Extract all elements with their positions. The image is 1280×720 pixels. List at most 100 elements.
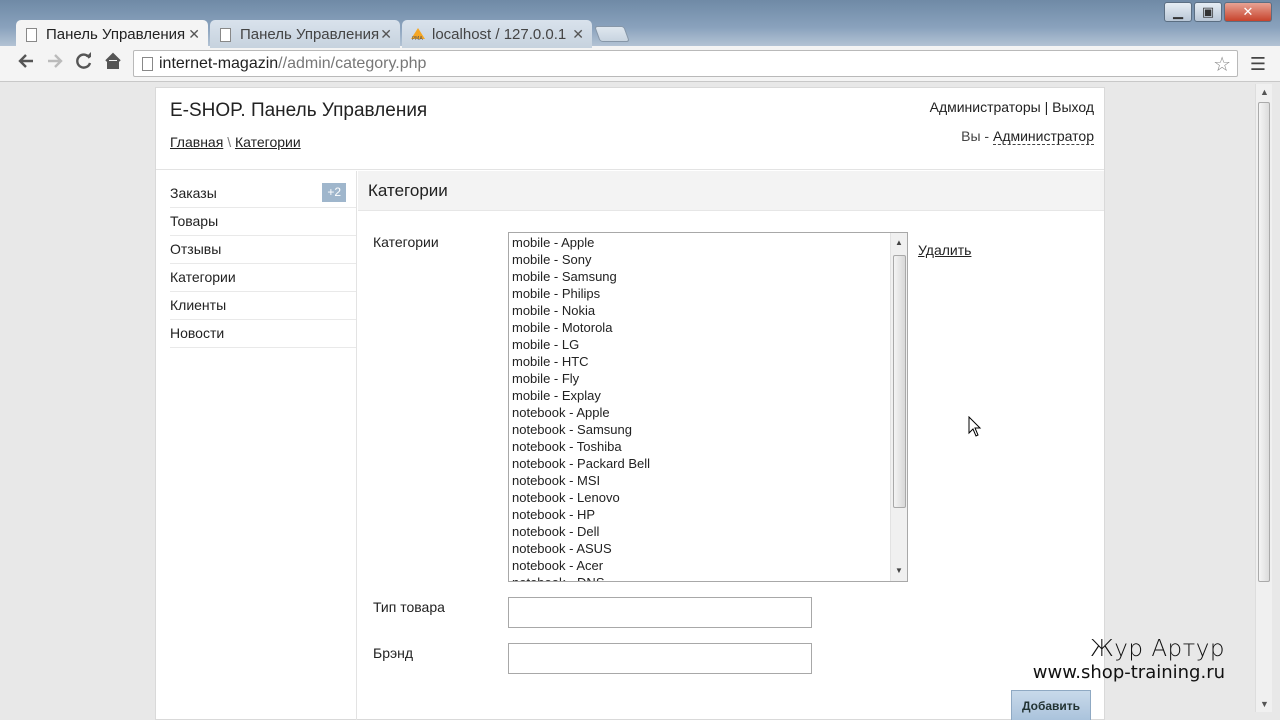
- close-tab-icon[interactable]: ✕: [572, 26, 584, 43]
- tab-3[interactable]: PMA localhost / 127.0.0.1 ✕: [402, 20, 592, 48]
- tab-title: localhost / 127.0.0.1: [432, 26, 567, 43]
- minimize-icon[interactable]: ▁: [1164, 2, 1192, 22]
- category-option[interactable]: notebook - Dell: [512, 523, 650, 540]
- page-icon: [142, 57, 153, 71]
- address-bar[interactable]: internet-magazin//admin/category.php ☆: [133, 50, 1238, 77]
- author-name: Жур Артур: [1089, 636, 1225, 662]
- star-icon[interactable]: ☆: [1213, 52, 1231, 77]
- sidebar-item-label: Отзывы: [170, 241, 222, 257]
- sidebar-item-label: Категории: [170, 269, 236, 285]
- category-option[interactable]: notebook - Samsung: [512, 421, 650, 438]
- back-arrow-icon[interactable]: [14, 52, 38, 76]
- sidebar-item-label: Новости: [170, 325, 225, 341]
- listbox-scrollbar[interactable]: ▲ ▼: [890, 233, 907, 581]
- author-watermark: Жур Артур www.shop-training.ru: [1033, 636, 1225, 683]
- section-title: Категории: [358, 171, 1104, 211]
- category-option[interactable]: mobile - HTC: [512, 353, 650, 370]
- author-site: www.shop-training.ru: [1032, 662, 1225, 683]
- scroll-down-icon[interactable]: ▼: [1260, 699, 1269, 709]
- sidebar-item-label: Товары: [170, 213, 219, 229]
- category-option[interactable]: mobile - Sony: [512, 251, 650, 268]
- category-option[interactable]: notebook - Acer: [512, 557, 650, 574]
- current-user: Вы - Администратор: [961, 128, 1094, 145]
- page-title: E-SHOP. Панель Управления: [170, 100, 428, 121]
- page-scrollbar[interactable]: ▲ ▼: [1255, 84, 1272, 712]
- tab-title: Панель Управления: [46, 26, 186, 43]
- categories-listbox[interactable]: mobile - Apple mobile - Sony mobile - Sams…: [508, 232, 908, 582]
- top-links-separator: |: [1044, 99, 1049, 115]
- category-option[interactable]: mobile - Fly: [512, 370, 650, 387]
- delete-link[interactable]: Удалить: [918, 242, 971, 258]
- breadcrumb: Главная \ Категории: [170, 134, 301, 150]
- page-header: E-SHOP. Панель Управления Главная \ Кате…: [156, 88, 1104, 170]
- you-label: Вы -: [961, 128, 990, 144]
- sidebar-item-news[interactable]: Новости: [170, 320, 356, 348]
- orders-count-badge: +2: [322, 183, 346, 202]
- browser-toolbar: internet-magazin//admin/category.php ☆ ☰: [0, 46, 1280, 82]
- scrollbar-thumb[interactable]: [1258, 102, 1270, 582]
- categories-options: mobile - Apple mobile - Sony mobile - Sams…: [512, 234, 650, 581]
- breadcrumb-categories-link[interactable]: Категории: [235, 134, 301, 150]
- category-option[interactable]: mobile - Samsung: [512, 268, 650, 285]
- reload-icon[interactable]: [72, 52, 96, 76]
- category-option[interactable]: notebook - Packard Bell: [512, 455, 650, 472]
- tab-title: Панель Управления: [240, 26, 380, 43]
- window-controls: ▁ ▣ ✕: [1164, 2, 1272, 22]
- sidebar-item-products[interactable]: Товары: [170, 208, 356, 236]
- user-role-link[interactable]: Администратор: [992, 128, 1094, 145]
- tab-active[interactable]: Панель Управления ✕: [16, 20, 208, 48]
- sidebar: Заказы +2 Товары Отзывы Категории Клиент…: [156, 171, 357, 720]
- sidebar-item-categories[interactable]: Категории: [170, 264, 356, 292]
- top-links: Администраторы | Выход: [930, 99, 1094, 115]
- page-icon: [26, 28, 37, 42]
- sidebar-item-clients[interactable]: Клиенты: [170, 292, 356, 320]
- page-icon: [220, 28, 231, 42]
- category-option[interactable]: mobile - Philips: [512, 285, 650, 302]
- category-option[interactable]: mobile - LG: [512, 336, 650, 353]
- breadcrumb-home-link[interactable]: Главная: [170, 134, 223, 150]
- admin-page: E-SHOP. Панель Управления Главная \ Кате…: [155, 87, 1105, 720]
- category-option[interactable]: mobile - Nokia: [512, 302, 650, 319]
- category-option[interactable]: mobile - Apple: [512, 234, 650, 251]
- close-tab-icon[interactable]: ✕: [380, 26, 392, 43]
- close-tab-icon[interactable]: ✕: [188, 26, 200, 43]
- scroll-up-icon[interactable]: ▲: [895, 238, 903, 247]
- category-option[interactable]: notebook - HP: [512, 506, 650, 523]
- close-window-icon[interactable]: ✕: [1224, 2, 1272, 22]
- sidebar-item-label: Заказы: [170, 185, 217, 201]
- home-icon[interactable]: [101, 52, 125, 76]
- brand-input[interactable]: [508, 643, 812, 674]
- product-type-input[interactable]: [508, 597, 812, 628]
- category-option[interactable]: notebook - Lenovo: [512, 489, 650, 506]
- new-tab-button[interactable]: [594, 26, 630, 42]
- forward-arrow-icon[interactable]: [43, 52, 67, 76]
- category-option[interactable]: notebook - Apple: [512, 404, 650, 421]
- category-option[interactable]: mobile - Motorola: [512, 319, 650, 336]
- url-text: internet-magazin//admin/category.php: [159, 55, 427, 72]
- mouse-cursor-icon: [968, 415, 982, 443]
- category-option[interactable]: mobile - Explay: [512, 387, 650, 404]
- tab-2[interactable]: Панель Управления ✕: [210, 20, 400, 48]
- sidebar-item-label: Клиенты: [170, 297, 227, 313]
- sidebar-item-reviews[interactable]: Отзывы: [170, 236, 356, 264]
- scroll-up-icon[interactable]: ▲: [1260, 87, 1269, 97]
- category-option[interactable]: notebook - DNS: [512, 574, 650, 581]
- logout-link[interactable]: Выход: [1052, 99, 1094, 115]
- browser-titlebar: Панель Управления ✕ PMA localhost / 127.…: [0, 0, 1280, 48]
- breadcrumb-separator: \: [227, 134, 232, 150]
- scrollbar-thumb[interactable]: [893, 255, 906, 508]
- admins-link[interactable]: Администраторы: [930, 99, 1041, 115]
- add-button[interactable]: Добавить: [1011, 690, 1091, 720]
- category-option[interactable]: notebook - Toshiba: [512, 438, 650, 455]
- scroll-down-icon[interactable]: ▼: [895, 566, 903, 575]
- product-type-label: Тип товара: [373, 599, 445, 615]
- maximize-icon[interactable]: ▣: [1194, 2, 1222, 22]
- sidebar-item-orders[interactable]: Заказы +2: [170, 180, 356, 208]
- category-option[interactable]: notebook - MSI: [512, 472, 650, 489]
- categories-label: Категории: [373, 234, 439, 250]
- category-option[interactable]: notebook - ASUS: [512, 540, 650, 557]
- menu-icon[interactable]: ☰: [1250, 54, 1266, 75]
- phpmyadmin-icon: PMA: [410, 27, 426, 42]
- svg-text:PMA: PMA: [412, 36, 423, 41]
- brand-label: Брэнд: [373, 645, 414, 661]
